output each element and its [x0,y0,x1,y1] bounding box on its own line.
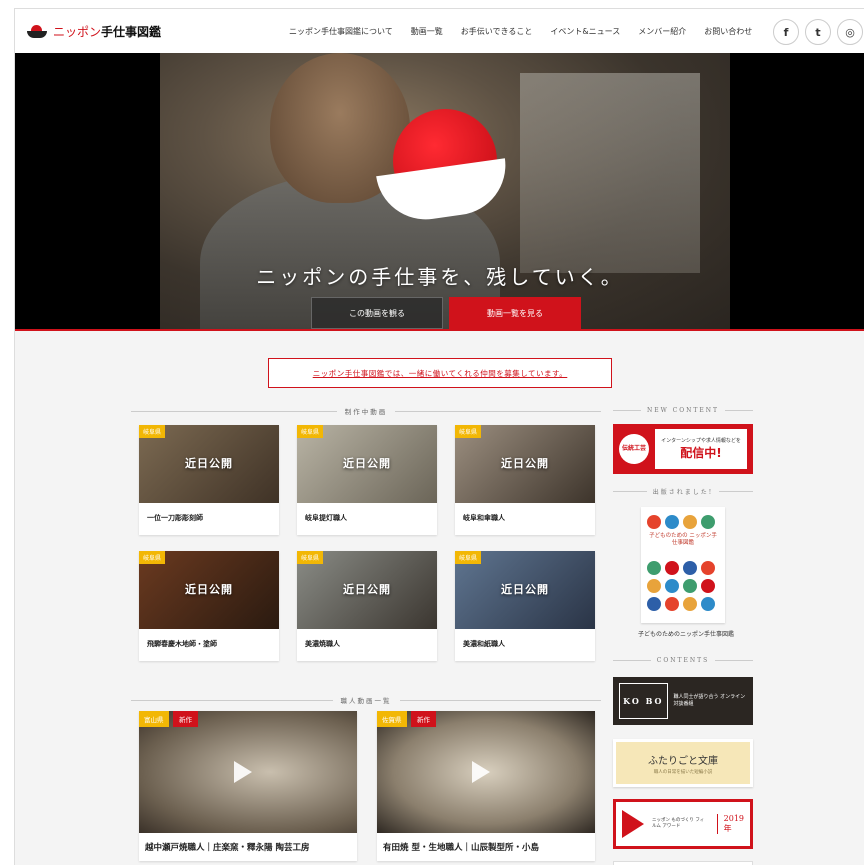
contents-heading: CONTENTS [613,657,753,664]
prefecture-badge: 岐阜県 [455,551,482,564]
book-caption[interactable]: 子どものためのニッポン手仕事図鑑 [616,629,756,638]
card-title: 一位一刀彫彫刻師 [147,513,203,522]
social-links: f t ◎ [773,19,863,45]
prefecture-badge: 岐阜県 [139,425,166,438]
card-thumbnail: 岐阜県 近日公開 [297,425,437,503]
video-card[interactable]: 富山県 新作 越中瀬戸焼職人｜庄楽窯・釋永陽 陶芸工房 [139,711,357,861]
nav-videos[interactable]: 動画一覧 [411,26,443,37]
production-card[interactable]: 岐阜県 近日公開 岐阜提灯職人 [297,425,437,535]
prefecture-badge: 佐賀県 [377,711,407,727]
prefecture-badge: 富山県 [139,711,169,727]
prefecture-badge: 岐阜県 [139,551,166,564]
videos-heading: 職人動画一覧 [131,695,601,705]
card-title: 美濃和紙職人 [463,639,505,648]
production-card[interactable]: 岐阜県 近日公開 美濃焼職人 [297,551,437,661]
logo-text-black: 手仕事図鑑 [101,25,162,39]
card-title: 飛騨春慶木地師・塗師 [147,639,217,648]
banner-subtext: インターンシップや求人情報などを [661,438,741,444]
video-list-button[interactable]: 動画一覧を見る [449,297,581,329]
coming-soon-label: 近日公開 [185,583,233,596]
nav-services[interactable]: お手伝いできること [461,26,533,37]
coming-soon-label: 近日公開 [343,457,391,470]
coming-soon-label: 近日公開 [501,583,549,596]
award-year: 2019年 [716,814,744,834]
video-thumbnail: 佐賀県 新作 [377,711,595,833]
card-title: 美濃焼職人 [305,639,340,648]
bar-kobo-banner[interactable]: KO BO 職人同士が語り合う オンライン対談番組 [613,677,753,725]
card-title: 岐阜提灯職人 [305,513,347,522]
production-heading: 制作中動画 [131,406,601,416]
book-cover-image[interactable]: 子どものための ニッポン手仕事図鑑 [641,507,725,623]
video-thumbnail: 富山県 新作 [139,711,357,833]
play-icon[interactable] [234,761,252,783]
craft-logo-icon: 伝統工芸 [619,434,649,464]
play-triangle-icon [622,810,644,838]
instagram-icon[interactable]: ◎ [837,19,863,45]
futarigoto-bunko-banner[interactable]: ふたりごと文庫 職人の日常を描いた短編小説 [613,739,753,787]
new-badge: 新作 [411,711,436,727]
play-icon[interactable] [472,761,490,783]
prefecture-badge: 岐阜県 [297,551,324,564]
production-card[interactable]: 岐阜県 近日公開 一位一刀彫彫刻師 [139,425,279,535]
video-title: 越中瀬戸焼職人｜庄楽窯・釋永陽 陶芸工房 [145,843,310,853]
futari-subtitle: 職人の日常を描いた短編小説 [653,769,713,775]
production-card[interactable]: 岐阜県 近日公開 美濃和紙職人 [455,551,595,661]
card-thumbnail: 岐阜県 近日公開 [455,551,595,629]
card-thumbnail: 岐阜県 近日公開 [139,425,279,503]
prefecture-badge: 岐阜県 [455,425,482,438]
video-title: 有田焼 型・生地職人｜山辰製型所・小島 [383,843,539,853]
card-thumbnail: 岐阜県 近日公開 [455,425,595,503]
nav-about[interactable]: ニッポン手仕事図鑑について [289,26,393,37]
facebook-icon[interactable]: f [773,19,799,45]
twitter-icon[interactable]: t [805,19,831,45]
card-title: 岐阜和傘職人 [463,513,505,522]
logo-text-red: ニッポン [53,25,102,39]
award-name: ニッポン ものづくり フィルム アワード [652,818,705,829]
hero-tagline: ニッポンの手仕事を、残していく。 [256,265,624,289]
coming-soon-label: 近日公開 [343,583,391,596]
prefecture-badge: 岐阜県 [297,425,324,438]
card-thumbnail: 岐阜県 近日公開 [139,551,279,629]
production-card[interactable]: 岐阜県 近日公開 岐阜和傘職人 [455,425,595,535]
recruit-info-banner[interactable]: 伝統工芸 インターンシップや求人情報などを 配信中! [613,424,753,474]
logo-mark-icon [27,24,49,39]
site-logo[interactable]: ニッポン 手仕事図鑑 [27,23,161,40]
global-nav: ニッポン手仕事図鑑について 動画一覧 お手伝いできること イベント&ニュース メ… [289,26,752,37]
bar-kobo-text: 職人同士が語り合う オンライン対談番組 [673,694,746,707]
hero-section: ニッポンの手仕事を、残していく。 この動画を観る 動画一覧を見る [15,53,864,329]
hero-divider [15,329,864,331]
nav-contact[interactable]: お問い合わせ [704,26,752,37]
futari-title: ふたりごと文庫 [648,755,718,767]
page-frame: ニッポン 手仕事図鑑 ニッポン手仕事図鑑について 動画一覧 お手伝いできること … [14,8,864,865]
nav-members[interactable]: メンバー紹介 [638,26,686,37]
new-content-heading: NEW CONTENT [613,407,753,414]
coming-soon-label: 近日公開 [185,457,233,470]
card-thumbnail: 岐阜県 近日公開 [297,551,437,629]
video-card[interactable]: 佐賀県 新作 有田焼 型・生地職人｜山辰製型所・小島 [377,711,595,861]
published-heading: 出版されました! [613,487,753,496]
new-badge: 新作 [173,711,198,727]
bar-kobo-logo: KO BO [619,683,668,719]
site-header: ニッポン 手仕事図鑑 ニッポン手仕事図鑑について 動画一覧 お手伝いできること … [15,9,864,53]
nav-events[interactable]: イベント&ニュース [550,26,620,37]
production-card[interactable]: 岐阜県 近日公開 飛騨春慶木地師・塗師 [139,551,279,661]
book-title: 子どものための ニッポン手仕事図鑑 [649,533,717,547]
watch-video-button[interactable]: この動画を観る [311,297,443,329]
banner-headline: 配信中! [680,446,722,460]
sidebar-next-banner[interactable] [613,861,753,865]
film-award-banner[interactable]: ニッポン ものづくり フィルム アワード 2019年 [613,799,753,849]
hero-sun-hand-emblem [376,109,513,229]
recruit-banner-link[interactable]: ニッポン手仕事図鑑では、一緒に働いてくれる仲間を募集しています。 [268,358,612,388]
hero-buttons: この動画を観る 動画一覧を見る [311,297,581,329]
coming-soon-label: 近日公開 [501,457,549,470]
